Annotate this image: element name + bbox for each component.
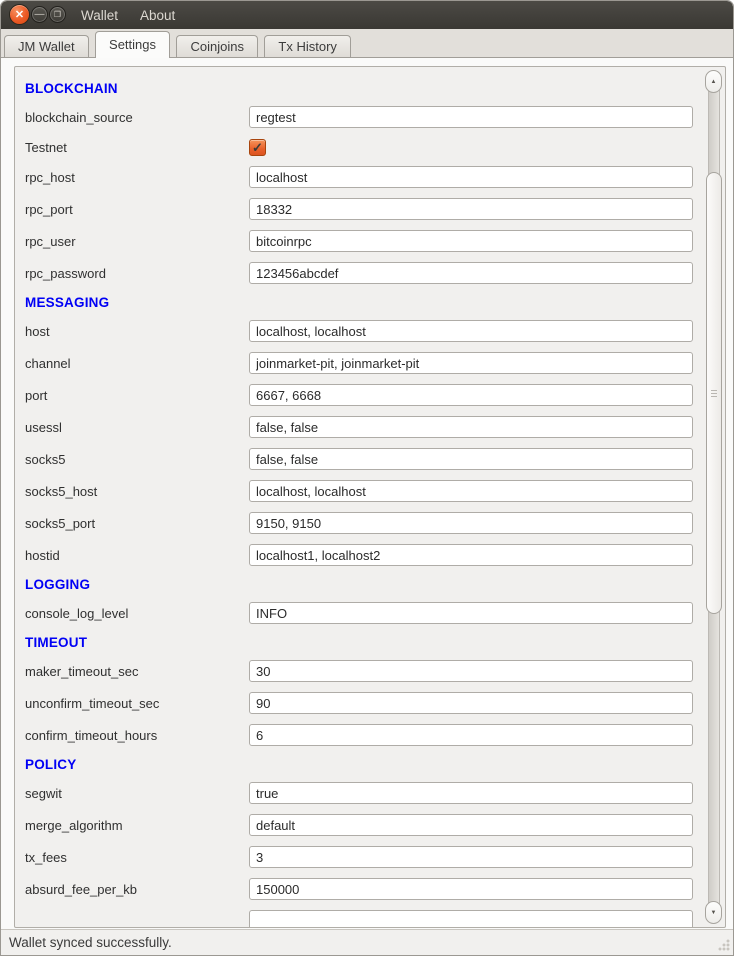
scrollbar-thumb[interactable] [706,172,722,614]
settings-form: BLOCKCHAINblockchain_sourceTestnet✓rpc_h… [15,67,699,928]
host-input[interactable] [249,320,693,342]
settings-field-row [25,905,695,928]
settings-pane: BLOCKCHAINblockchain_sourceTestnet✓rpc_h… [1,58,733,929]
settings-field-row: blockchain_source [25,101,695,133]
rpc_password-input[interactable] [249,262,693,284]
settings-field-row: socks5_port [25,507,695,539]
status-bar: Wallet synced successfully. [1,929,733,955]
resize-grip-icon[interactable] [717,939,730,952]
field-label: unconfirm_timeout_sec [25,696,249,711]
field-label: absurd_fee_per_kb [25,882,249,897]
field-label: merge_algorithm [25,818,249,833]
field-label: Testnet [25,140,249,155]
settings-field-row: segwit [25,777,695,809]
field-label: maker_timeout_sec [25,664,249,679]
settings-field-row: unconfirm_timeout_sec [25,687,695,719]
settings-field-row: rpc_port [25,193,695,225]
settings-field-row: console_log_level [25,597,695,629]
field-label: blockchain_source [25,110,249,125]
settings-field-row: merge_algorithm [25,809,695,841]
tab-bar: JM Wallet Settings Coinjoins Tx History [1,29,733,58]
merge_algorithm-input[interactable] [249,814,693,836]
field-label: channel [25,356,249,371]
tab-jm-wallet[interactable]: JM Wallet [4,35,89,58]
maker_timeout_sec-input[interactable] [249,660,693,682]
field-label: console_log_level [25,606,249,621]
settings-field-row: absurd_fee_per_kb [25,873,695,905]
settings-field-row: maker_timeout_sec [25,655,695,687]
field-label: port [25,388,249,403]
settings-field-row: confirm_timeout_hours [25,719,695,751]
section-header-timeout: TIMEOUT [25,629,695,655]
settings-field-row: Testnet✓ [25,133,695,161]
absurd_fee_per_kb-input[interactable] [249,878,693,900]
segwit-input[interactable] [249,782,693,804]
socks5_port-input[interactable] [249,512,693,534]
field-label: hostid [25,548,249,563]
settings-scroll-area: BLOCKCHAINblockchain_sourceTestnet✓rpc_h… [14,66,726,928]
field-label: usessl [25,420,249,435]
field-label: rpc_port [25,202,249,217]
console_log_level-input[interactable] [249,602,693,624]
field-label: segwit [25,786,249,801]
menu-item-about[interactable]: About [140,8,175,23]
settings-field-row: rpc_user [25,225,695,257]
maximize-icon[interactable]: ❐ [49,6,66,23]
tab-settings[interactable]: Settings [95,31,170,58]
field-label: rpc_user [25,234,249,249]
settings-field-row: socks5_host [25,475,695,507]
hostid-input[interactable] [249,544,693,566]
tab-coinjoins[interactable]: Coinjoins [176,35,257,58]
partial-input[interactable] [249,910,693,928]
blockchain_source-input[interactable] [249,106,693,128]
settings-field-row: tx_fees [25,841,695,873]
minimize-icon[interactable]: — [31,6,48,23]
socks5-input[interactable] [249,448,693,470]
scrollbar-grip [711,390,717,397]
section-header-blockchain: BLOCKCHAIN [25,75,695,101]
settings-field-row: host [25,315,695,347]
vertical-scrollbar[interactable]: ▲ ▼ [705,69,723,925]
field-label: rpc_host [25,170,249,185]
socks5_host-input[interactable] [249,480,693,502]
field-label: host [25,324,249,339]
settings-field-row: usessl [25,411,695,443]
settings-field-row: rpc_password [25,257,695,289]
menu-item-wallet[interactable]: Wallet [81,8,118,23]
field-label: socks5 [25,452,249,467]
field-label: rpc_password [25,266,249,281]
field-label: socks5_port [25,516,249,531]
wallet-window: ✕ — ❐ Wallet About JM Wallet Settings Co… [0,0,734,956]
settings-field-row: socks5 [25,443,695,475]
settings-field-row: port [25,379,695,411]
confirm_timeout_hours-input[interactable] [249,724,693,746]
close-icon[interactable]: ✕ [9,4,30,25]
settings-field-row: hostid [25,539,695,571]
settings-field-row: channel [25,347,695,379]
tab-tx-history[interactable]: Tx History [264,35,351,58]
section-header-policy: POLICY [25,751,695,777]
menubar: Wallet About [81,1,175,29]
port-input[interactable] [249,384,693,406]
status-message: Wallet synced successfully. [9,935,172,950]
tx_fees-input[interactable] [249,846,693,868]
usessl-input[interactable] [249,416,693,438]
field-label: tx_fees [25,850,249,865]
rpc_host-input[interactable] [249,166,693,188]
unconfirm_timeout_sec-input[interactable] [249,692,693,714]
settings-field-row: rpc_host [25,161,695,193]
rpc_port-input[interactable] [249,198,693,220]
scroll-down-icon[interactable]: ▼ [705,901,722,924]
scroll-up-icon[interactable]: ▲ [705,70,722,93]
titlebar[interactable]: ✕ — ❐ Wallet About [1,1,733,29]
field-label: confirm_timeout_hours [25,728,249,743]
section-header-messaging: MESSAGING [25,289,695,315]
rpc_user-input[interactable] [249,230,693,252]
section-header-logging: LOGGING [25,571,695,597]
testnet-checkbox[interactable]: ✓ [249,139,266,156]
field-label: socks5_host [25,484,249,499]
channel-input[interactable] [249,352,693,374]
